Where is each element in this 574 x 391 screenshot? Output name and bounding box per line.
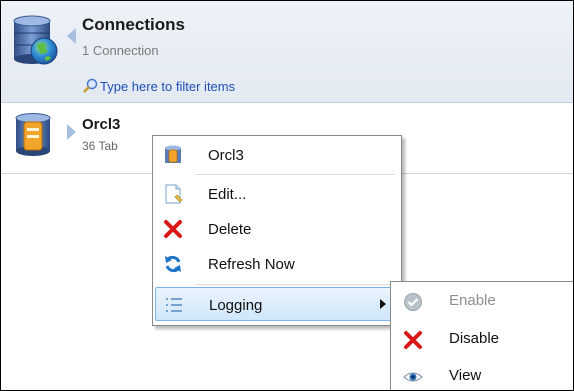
submenu-arrow-icon bbox=[380, 299, 386, 309]
connection-count: 1 Connection bbox=[82, 43, 159, 58]
connection-table-count: 36 Tab bbox=[82, 139, 118, 153]
page-title: Connections bbox=[82, 15, 185, 34]
connection-name: Orcl3 bbox=[82, 116, 121, 133]
menu-separator bbox=[195, 284, 395, 285]
refresh-icon bbox=[165, 255, 181, 273]
edit-document-icon bbox=[165, 184, 183, 204]
menu-item-connection-name[interactable]: Orcl3 bbox=[155, 138, 399, 172]
connections-header: Connections 1 Connection Type here to fi… bbox=[1, 1, 573, 103]
submenu-item-enable[interactable]: Enable bbox=[393, 284, 573, 318]
submenu-item-view[interactable]: View bbox=[393, 359, 573, 390]
database-icon bbox=[15, 113, 51, 156]
menu-item-delete[interactable]: Delete bbox=[155, 212, 399, 246]
filter-placeholder: Type here to filter items bbox=[100, 79, 236, 94]
menu-separator bbox=[195, 174, 395, 175]
menu-item-logging[interactable]: Logging bbox=[155, 287, 399, 321]
menu-item-label: Edit... bbox=[208, 186, 247, 203]
list-icon bbox=[166, 298, 182, 312]
back-arrow-icon[interactable] bbox=[67, 28, 77, 44]
menu-item-label: Logging bbox=[209, 297, 263, 314]
eye-icon bbox=[403, 372, 423, 382]
menu-item-refresh-now[interactable]: Refresh Now bbox=[155, 247, 399, 281]
submenu-item-label: View bbox=[449, 367, 482, 384]
menu-item-label: Orcl3 bbox=[208, 147, 244, 164]
context-menu: Orcl3 Edit... Delete Refresh Now Logging bbox=[152, 135, 402, 326]
search-icon bbox=[83, 78, 98, 93]
delete-x-icon bbox=[164, 220, 182, 238]
menu-item-label: Delete bbox=[208, 221, 252, 238]
menu-item-edit[interactable]: Edit... bbox=[155, 177, 399, 211]
menu-item-label: Refresh Now bbox=[208, 256, 295, 273]
database-icon bbox=[165, 145, 181, 163]
submenu-item-label: Disable bbox=[449, 330, 500, 347]
submenu-item-label: Enable bbox=[449, 292, 496, 309]
database-globe-icon bbox=[13, 15, 58, 65]
expand-arrow-icon[interactable] bbox=[67, 124, 76, 140]
delete-x-icon bbox=[404, 331, 422, 349]
submenu-item-disable[interactable]: Disable bbox=[393, 322, 573, 356]
check-circle-icon bbox=[404, 293, 422, 311]
connections-panel: Connections 1 Connection Type here to fi… bbox=[0, 0, 574, 391]
logging-submenu: Enable Disable View bbox=[390, 281, 573, 390]
